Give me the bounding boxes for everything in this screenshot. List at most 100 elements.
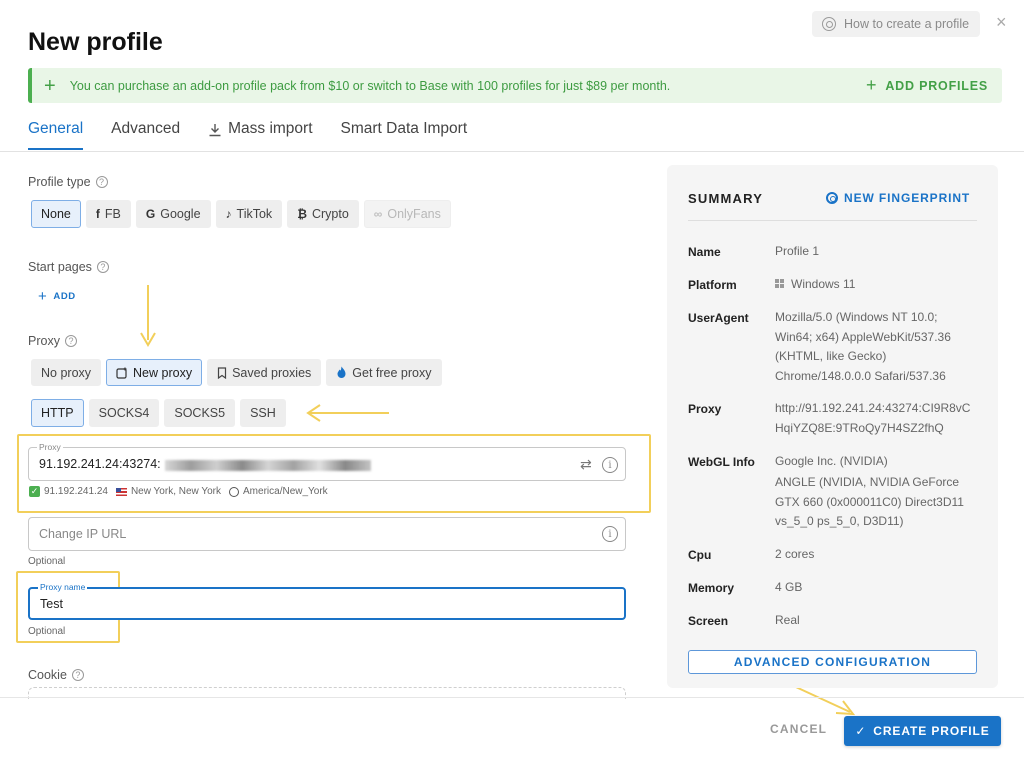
banner-text: You can purchase an add-on profile pack … [69, 78, 671, 93]
protocol-ssh[interactable]: SSH [240, 399, 286, 427]
profile-type-tiktok[interactable]: ♪ TikTok [215, 200, 283, 228]
summary-value: Windows 11 [775, 275, 980, 295]
start-pages-label: Start pages ? [28, 260, 109, 274]
new-fingerprint-label: NEW FINGERPRINT [844, 191, 971, 205]
summary-key: Platform [688, 278, 737, 292]
summary-value: Profile 1 [775, 244, 820, 258]
proxy-mode-saved[interactable]: Saved proxies [207, 359, 322, 386]
profile-type-onlyfans[interactable]: ∞ OnlyFans [363, 200, 451, 228]
how-to-create-profile-button[interactable]: How to create a profile [812, 11, 980, 37]
summary-key [688, 476, 775, 532]
profile-type-none[interactable]: None [31, 200, 81, 228]
summary-title: SUMMARY [688, 191, 764, 206]
proxy-check-info: ✓ 91.192.241.24 New York, New York Ameri… [29, 486, 328, 497]
info-icon[interactable]: i [602, 457, 618, 473]
protocol-http[interactable]: HTTP [31, 399, 84, 427]
proxy-value: 91.192.241.24:43274: [39, 457, 161, 471]
summary-row-memory: Memory 4 GB [688, 580, 980, 598]
chip-label: OnlyFans [387, 207, 441, 221]
proxy-mode-free[interactable]: Get free proxy [326, 359, 442, 386]
swap-icon[interactable]: ⇄ [580, 456, 592, 473]
help-icon[interactable]: ? [64, 335, 77, 347]
summary-value: ANGLE (NVIDIA, NVIDIA GeForce GTX 660 (0… [775, 475, 964, 528]
protocol-socks5[interactable]: SOCKS5 [164, 399, 236, 427]
add-start-page-button[interactable]: + ADD [38, 288, 76, 305]
tab-label: General [28, 120, 84, 137]
google-icon: G [145, 207, 156, 221]
us-flag-icon [115, 487, 127, 496]
summary-key: WebGL Info [688, 455, 755, 469]
tiktok-icon: ♪ [225, 207, 232, 221]
summary-value: Mozilla/5.0 (Windows NT 10.0; Win64; x64… [775, 310, 951, 383]
flame-icon [337, 366, 346, 378]
help-icon[interactable]: ? [96, 261, 109, 273]
profile-type-crypto[interactable]: ₿ Crypto [287, 200, 359, 228]
chip-label: Google [160, 207, 201, 221]
summary-row-useragent: UserAgent Mozilla/5.0 (Windows NT 10.0; … [688, 310, 975, 386]
proxy-mode-new-proxy[interactable]: New proxy [106, 359, 203, 386]
summary-divider [688, 220, 977, 221]
summary-key: Proxy [688, 402, 722, 416]
profile-type-fb[interactable]: f FB [85, 200, 131, 228]
proxy-protocol-options: HTTP SOCKS4 SOCKS5 SSH [31, 399, 286, 427]
chip-label: Get free proxy [352, 365, 432, 380]
chip-label: No proxy [41, 365, 92, 380]
summary-panel: SUMMARY NEW FINGERPRINT Name Profile 1 P… [667, 165, 998, 688]
create-profile-button[interactable]: ✓ CREATE PROFILE [844, 716, 1001, 746]
redacted-credentials [165, 460, 371, 471]
platform-text: Windows 11 [791, 277, 856, 291]
placeholder: Change IP URL [39, 527, 127, 541]
summary-row-platform: Platform Windows 11 [688, 275, 980, 295]
download-icon [209, 124, 221, 137]
tab-advanced[interactable]: Advanced [111, 120, 180, 152]
timezone-text: America/New_York [243, 486, 328, 497]
create-profile-label: CREATE PROFILE [873, 724, 990, 738]
summary-key: Screen [688, 614, 729, 628]
chip-label: None [41, 207, 71, 221]
tab-smart-data-import[interactable]: Smart Data Import [341, 120, 468, 152]
info-icon[interactable]: i [602, 526, 618, 542]
proxy-label: Proxy ? [28, 334, 77, 348]
tab-label: Advanced [111, 120, 181, 137]
summary-value: Real [775, 613, 800, 627]
field-label: Proxy [37, 442, 63, 452]
chip-label: FB [104, 207, 121, 221]
help-icon[interactable]: ? [95, 176, 108, 188]
new-fingerprint-button[interactable]: NEW FINGERPRINT [826, 191, 970, 205]
tab-label: Smart Data Import [340, 120, 468, 137]
upgrade-banner: + You can purchase an add-on profile pac… [28, 68, 1002, 103]
cancel-button[interactable]: CANCEL [770, 722, 827, 736]
tab-label: Mass import [228, 120, 313, 137]
advanced-configuration-button[interactable]: ADVANCED CONFIGURATION [688, 650, 977, 674]
annotation-arrow-left [306, 404, 389, 422]
field-label: Proxy name [38, 582, 88, 592]
tab-bar: General Advanced Mass import Smart Data … [28, 120, 467, 152]
help-icon[interactable]: ? [71, 669, 84, 681]
add-profiles-button[interactable]: + ADD PROFILES [866, 68, 988, 103]
chip-label: HTTP [41, 406, 74, 420]
chip-label: TikTok [236, 207, 273, 221]
change-ip-url-input[interactable]: Change IP URL i [28, 517, 626, 551]
tab-mass-import[interactable]: Mass import [208, 120, 313, 152]
bitcoin-icon: ₿ [297, 207, 307, 221]
clock-icon [229, 486, 240, 497]
plus-icon: + [38, 288, 48, 305]
summary-row-screen: Screen Real [688, 613, 980, 631]
profile-type-label: Profile type ? [28, 175, 108, 189]
label-text: Start pages [28, 260, 92, 274]
protocol-socks4[interactable]: SOCKS4 [88, 399, 160, 427]
page-title: New profile [28, 28, 163, 56]
tab-general[interactable]: General [28, 120, 84, 152]
summary-value: http://91.192.241.24:43274:CI9R8vCHqiYZQ… [775, 401, 971, 435]
profile-type-google[interactable]: G Google [135, 200, 211, 228]
summary-row-proxy: Proxy http://91.192.241.24:43274:CI9R8vC… [688, 401, 978, 438]
summary-key: Name [688, 245, 721, 259]
proxy-mode-no-proxy[interactable]: No proxy [31, 359, 102, 386]
summary-key: UserAgent [688, 311, 749, 325]
proxy-name-input[interactable]: Proxy name Test [28, 582, 626, 620]
proxy-input[interactable]: Proxy 91.192.241.24:43274: ⇄ i [28, 442, 626, 481]
add-label: ADD [53, 291, 76, 302]
close-icon[interactable]: × [996, 12, 1007, 32]
annotation-arrow-down [140, 285, 156, 347]
cookie-label: Cookie ? [28, 668, 84, 682]
